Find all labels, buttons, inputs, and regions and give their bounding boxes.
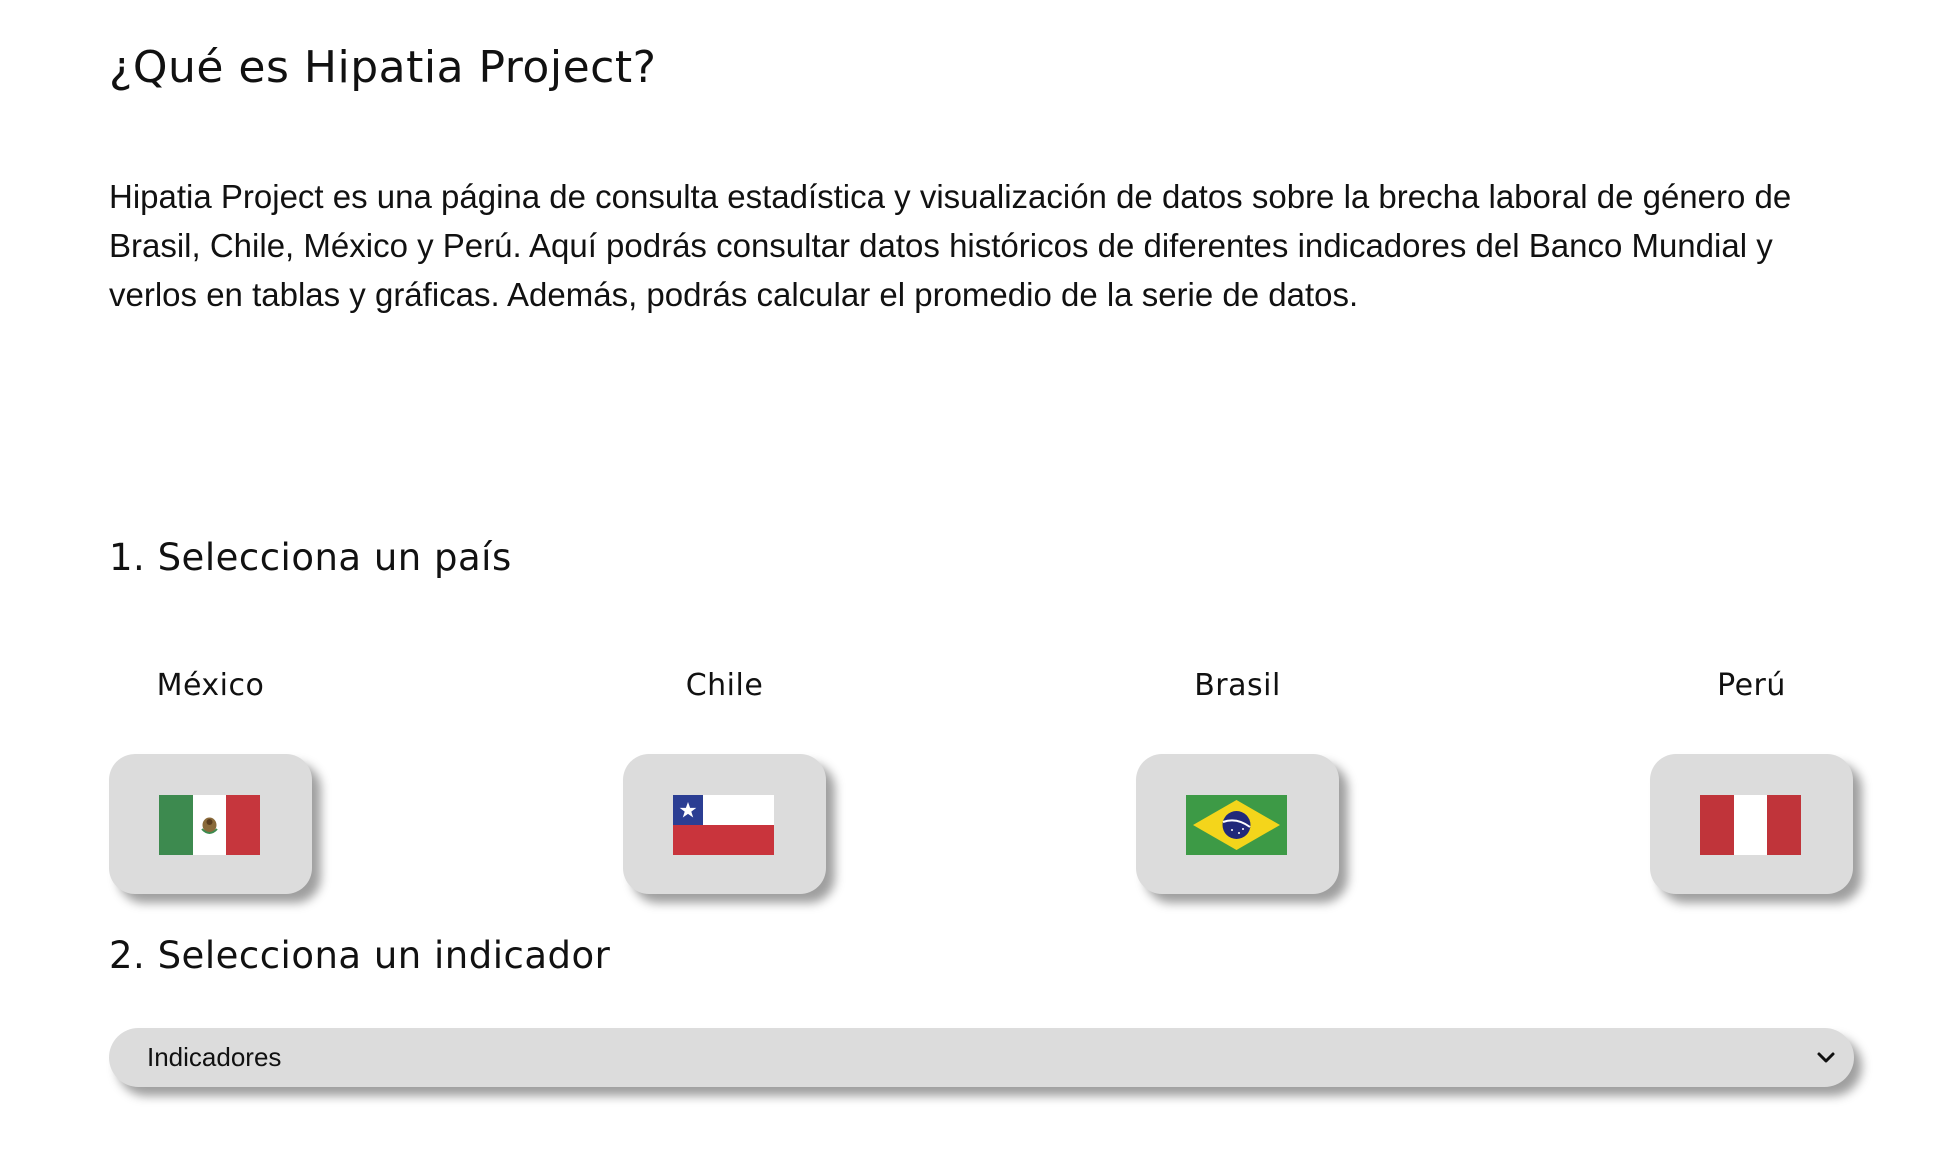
indicator-select[interactable]: Indicadores <box>109 1028 1854 1087</box>
chile-flag-icon <box>673 795 774 855</box>
step-2-heading: 2. Selecciona un indicador <box>109 934 611 977</box>
mexico-button[interactable] <box>109 754 312 894</box>
peru-flag-icon <box>1700 795 1801 855</box>
intro-paragraph: Hipatia Project es una página de consult… <box>109 178 1792 313</box>
brazil-button[interactable] <box>1136 754 1339 894</box>
country-mexico: México <box>109 668 312 894</box>
country-name-mexico: México <box>156 668 265 703</box>
page-title: ¿Qué es Hipatia Project? <box>109 42 657 93</box>
chile-button[interactable] <box>623 754 826 894</box>
chevron-down-icon <box>1817 1052 1835 1063</box>
country-peru: Perú <box>1650 668 1853 894</box>
country-name-chile: Chile <box>685 668 764 703</box>
country-brazil: Brasil <box>1136 668 1339 894</box>
country-name-brazil: Brasil <box>1194 668 1281 703</box>
country-name-peru: Perú <box>1717 668 1786 703</box>
country-chile: Chile <box>623 668 826 894</box>
step-1-heading: 1. Selecciona un país <box>109 536 512 579</box>
brazil-flag-icon <box>1186 795 1287 855</box>
indicator-select-value: Indicadores <box>147 1042 282 1072</box>
mexico-flag-icon <box>159 795 260 855</box>
peru-button[interactable] <box>1650 754 1853 894</box>
